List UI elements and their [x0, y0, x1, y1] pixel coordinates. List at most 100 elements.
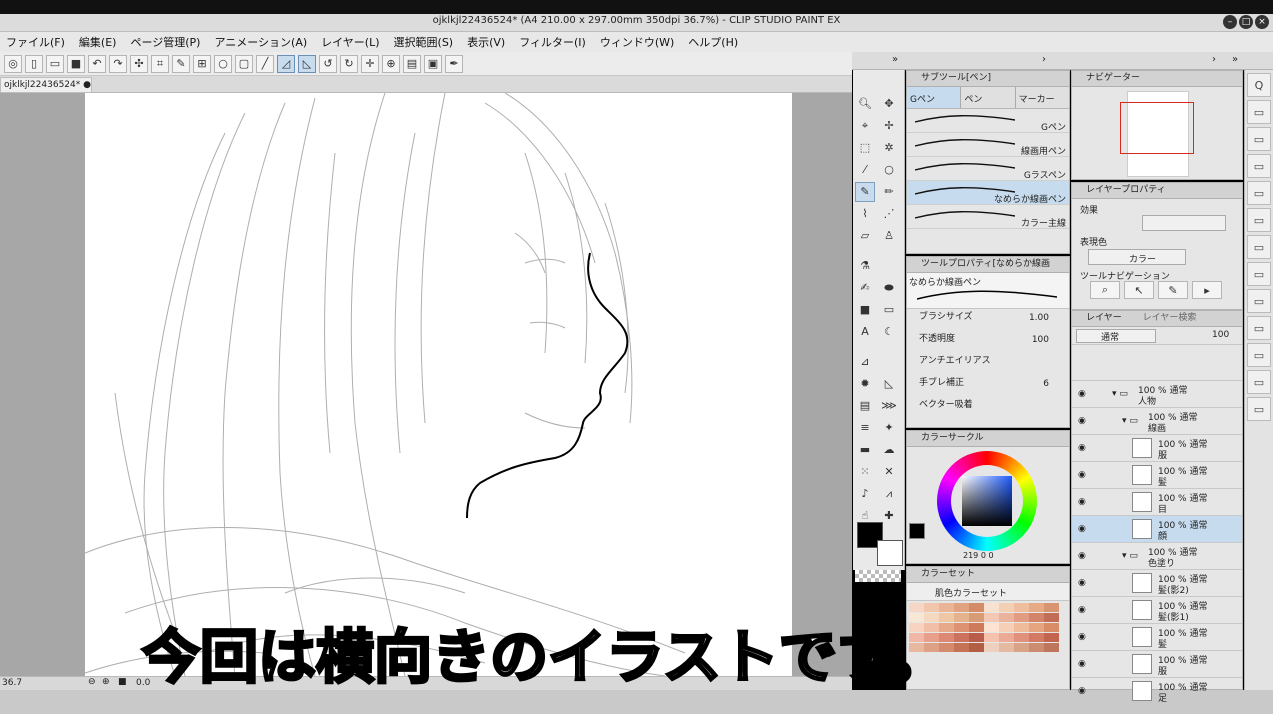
color-swatch[interactable]	[954, 603, 969, 612]
square-tool-icon[interactable]: ■	[855, 300, 875, 320]
operation-tool-icon[interactable]: ⌖	[855, 116, 875, 136]
color-swatch[interactable]	[1014, 633, 1029, 642]
maximize-button[interactable]: □	[1239, 15, 1253, 29]
sparkle-tool-icon[interactable]: ✦	[879, 417, 899, 437]
property-row[interactable]: 手ブレ補正 6	[907, 375, 1069, 397]
brush-item[interactable]: Gラスペン	[907, 157, 1069, 181]
menu-item[interactable]: 編集(E)	[79, 34, 117, 50]
effect-buttons[interactable]	[1142, 215, 1226, 231]
tone-tool-icon[interactable]: ⁙	[855, 461, 875, 481]
property-value[interactable]: 6	[1043, 379, 1049, 389]
drawing-canvas[interactable]	[85, 93, 792, 676]
undo-icon[interactable]: ↶	[88, 54, 106, 73]
layer-row[interactable]: ◉ 100 % 通常顔	[1072, 516, 1242, 543]
color-set-select[interactable]: 肌色カラーセット	[907, 583, 1069, 601]
material-6-icon[interactable]: ▭	[1247, 262, 1271, 286]
hatch-tool-icon[interactable]: ⩘	[879, 484, 899, 504]
property-row[interactable]: アンチエイリアス	[907, 353, 1069, 375]
frame-tool-icon[interactable]: ▤	[855, 395, 875, 415]
subtool-tab-gpen[interactable]: Gペン	[907, 87, 962, 108]
folder-icon[interactable]: ▭	[1247, 100, 1271, 124]
expand-icon[interactable]: ›	[1042, 54, 1046, 65]
menu-item[interactable]: ヘルプ(H)	[688, 34, 738, 50]
visibility-eye-icon[interactable]: ◉	[1078, 551, 1086, 561]
collapse-icon[interactable]: »	[892, 54, 898, 65]
zoom-in-icon[interactable]: ⊕	[102, 677, 110, 687]
color-swatch[interactable]	[969, 603, 984, 612]
property-value[interactable]: 1.00	[1029, 313, 1049, 323]
visibility-eye-icon[interactable]: ◉	[1078, 578, 1086, 588]
snap-special-ruler-icon[interactable]: ◿	[277, 54, 295, 73]
correction-tool-icon[interactable]: ◺	[879, 373, 899, 393]
airbrush-tool-icon[interactable]: ⋰	[879, 204, 899, 224]
marquee-icon[interactable]: ▢	[235, 54, 253, 73]
cloud-tool-icon[interactable]: ☁	[879, 439, 899, 459]
rotate-left-icon[interactable]: ↺	[319, 54, 337, 73]
line-tool-icon[interactable]: ⊿	[855, 351, 875, 371]
lasso-tool-icon[interactable]: ○	[879, 160, 899, 180]
speed-line-tool-icon[interactable]: ⋙	[879, 395, 899, 415]
layer-row[interactable]: ◉ 100 % 通常髪	[1072, 462, 1242, 489]
layer-search-tab[interactable]: レイヤー検索	[1143, 313, 1197, 323]
color-swatch[interactable]	[1029, 623, 1044, 632]
layer-row[interactable]: ◉ 100 % 通常足	[1072, 678, 1242, 705]
snap-grid-icon[interactable]: ◺	[298, 54, 316, 73]
material-11-icon[interactable]: ▭	[1247, 397, 1271, 421]
material-4-icon[interactable]: ▭	[1247, 208, 1271, 232]
open-file-icon[interactable]: ▭	[46, 54, 64, 73]
nav-search-icon[interactable]: ⌕	[1090, 281, 1120, 299]
color-swatch[interactable]	[984, 623, 999, 632]
navigator-viewport[interactable]	[1120, 102, 1194, 154]
zoom-out-icon[interactable]: ⊖	[88, 677, 96, 687]
color-swatch[interactable]	[1029, 613, 1044, 622]
frame-icon[interactable]: ▣	[424, 54, 442, 73]
layer-folder-row[interactable]: ◉ ▾ ▭ 100 % 通常 色塗り	[1072, 543, 1242, 570]
color-swatch[interactable]	[1044, 603, 1059, 612]
material-9-icon[interactable]: ▭	[1247, 343, 1271, 367]
visibility-eye-icon[interactable]: ◉	[1078, 686, 1086, 696]
color-swatch[interactable]	[969, 643, 984, 652]
view-tool-icon[interactable]: ▬	[855, 439, 875, 459]
flip-icon[interactable]: ✛	[361, 54, 379, 73]
navigator-preview[interactable]	[1120, 91, 1194, 177]
layer-folder-row[interactable]: ◉ ▾ ▭ 100 % 通常 人物	[1072, 381, 1242, 408]
layer-row[interactable]: ◉ 100 % 通常 髪(影1)	[1072, 597, 1242, 624]
material-10-icon[interactable]: ▭	[1247, 370, 1271, 394]
pen-tool-icon[interactable]: ✎	[855, 181, 875, 202]
nav-arrow-icon[interactable]: ▸	[1192, 281, 1222, 299]
layer-folder-row[interactable]: ◉ ▾ ▭ 100 % 通常 線画	[1072, 408, 1242, 435]
color-swatch[interactable]	[999, 643, 1014, 652]
main-color-swatch[interactable]	[909, 523, 925, 539]
pencil-tool-icon[interactable]: ✏	[879, 182, 899, 202]
material-2-icon[interactable]: ▭	[1247, 154, 1271, 178]
menu-item[interactable]: レイヤー(L)	[321, 34, 379, 50]
visibility-eye-icon[interactable]: ◉	[1078, 443, 1086, 453]
app-logo-icon[interactable]: ◎	[4, 54, 22, 73]
color-swatch[interactable]	[1044, 633, 1059, 642]
brush-tool-icon[interactable]: ⌇	[855, 204, 875, 224]
gradient-tool-icon[interactable]	[879, 248, 899, 268]
property-value[interactable]: 100	[1032, 335, 1049, 345]
auto-select-tool-icon[interactable]: ✲	[879, 138, 899, 158]
effect-tool-icon[interactable]: ✹	[855, 373, 875, 393]
text-tool-icon[interactable]: A	[855, 322, 875, 342]
material-3-icon[interactable]: ▭	[1247, 181, 1271, 205]
color-swatch[interactable]	[999, 623, 1014, 632]
brush-item[interactable]: Gペン	[907, 109, 1069, 133]
ruler-tool-icon[interactable]	[879, 344, 899, 364]
color-swatch[interactable]	[1044, 623, 1059, 632]
new-file-icon[interactable]: ▯	[25, 54, 43, 73]
color-swatch[interactable]	[909, 603, 924, 612]
expression-select[interactable]: カラー	[1088, 249, 1186, 265]
balloon-tool-icon[interactable]: ☾	[879, 322, 899, 342]
menu-item[interactable]: 表示(V)	[467, 34, 505, 50]
menu-item[interactable]: ページ管理(P)	[130, 34, 200, 50]
snap-ruler-icon[interactable]: ╱	[256, 54, 274, 73]
transform-icon[interactable]: ⌗	[151, 54, 169, 73]
subtool-tab-pen[interactable]: ペン	[961, 87, 1016, 108]
color-swatch[interactable]	[999, 603, 1014, 612]
lines-tool-icon[interactable]: ≡	[855, 417, 875, 437]
dock-collapse-icon[interactable]: »	[1232, 54, 1238, 65]
blend-tool-icon[interactable]: ♙	[879, 226, 899, 246]
saturation-square[interactable]	[962, 476, 1012, 526]
